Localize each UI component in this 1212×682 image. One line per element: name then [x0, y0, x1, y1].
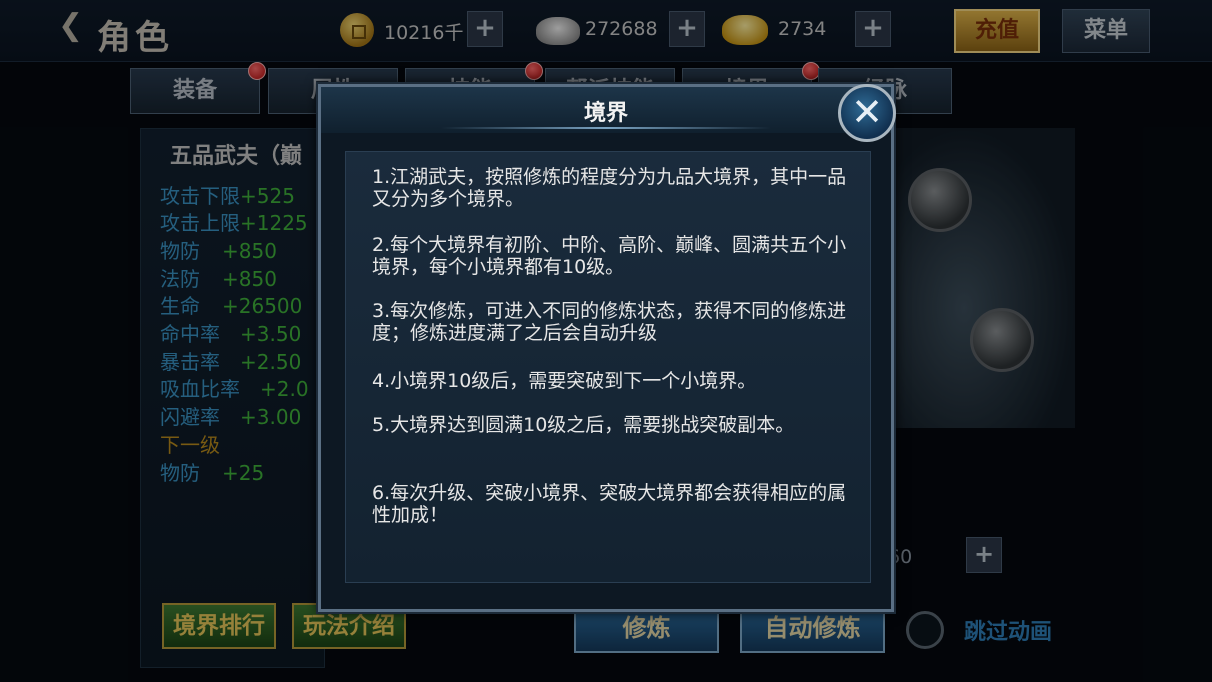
copper-coin-value: 10216千	[384, 22, 464, 44]
stat-row: 生命 +26500	[160, 290, 302, 319]
gold-ingot-icon	[722, 15, 768, 45]
recharge-button[interactable]: 充值	[954, 9, 1040, 53]
stat-row: 攻击上限+1225	[160, 207, 308, 236]
add-cultivation-button[interactable]: +	[966, 537, 1002, 573]
silver-ingot-value: 272688	[585, 18, 658, 40]
menu-button[interactable]: 菜单	[1062, 9, 1150, 53]
stat-label: 生命	[160, 294, 200, 318]
stat-label: 攻击上限	[160, 211, 240, 235]
stat-label: 闪避率	[160, 405, 220, 429]
stat-label: 法防	[160, 267, 200, 291]
tab-equipment-notification-dot	[248, 62, 266, 80]
stat-value: +1225	[240, 211, 308, 235]
stat-label: 物防	[160, 461, 200, 485]
gold-ingot-value: 2734	[778, 18, 827, 40]
stat-label: 命中率	[160, 322, 220, 346]
rule-item: 1.江湖武夫，按照修炼的程度分为九品大境界，其中一品又分为多个境界。	[372, 166, 847, 210]
add-gold-button[interactable]: +	[855, 11, 891, 47]
dialog-header: 境界	[321, 87, 891, 133]
realm-scene-background	[890, 128, 1075, 428]
stat-value: +2.50	[240, 350, 302, 374]
stat-value: +2.0	[260, 377, 309, 401]
close-icon[interactable]: ✕	[838, 84, 896, 142]
stat-label: 吸血比率	[160, 377, 240, 401]
stat-row: 闪避率 +3.00	[160, 401, 301, 430]
stat-row: 法防 +850	[160, 263, 277, 292]
stat-row: 命中率 +3.50	[160, 318, 301, 347]
silver-ingot-icon	[536, 17, 580, 45]
rule-item: 2.每个大境界有初阶、中阶、高阶、巅峰、圆满共五个小境界，每个小境界都有10级。	[372, 234, 847, 278]
rule-item: 6.每次升级、突破小境界、突破大境界都会获得相应的属性加成！	[372, 482, 847, 526]
page-title: 角色	[97, 18, 173, 58]
realm-orb-icon[interactable]	[970, 308, 1034, 372]
stat-label: 物防	[160, 239, 200, 263]
stat-label: 暴击率	[160, 350, 220, 374]
rule-item: 3.每次修炼，可进入不同的修炼状态，获得不同的修炼进度；修炼进度满了之后会自动升…	[372, 300, 847, 344]
back-arrow-icon[interactable]: ❮	[58, 8, 83, 43]
rule-item: 5.大境界达到圆满10级之后，需要挑战突破副本。	[372, 414, 795, 436]
stat-row: 攻击下限+525	[160, 180, 295, 209]
realm-info-dialog: 境界 1.江湖武夫，按照修炼的程度分为九品大境界，其中一品又分为多个境界。 2.…	[318, 84, 894, 612]
stat-row: 暴击率 +2.50	[160, 346, 301, 375]
stat-value: +3.50	[240, 322, 302, 346]
top-bar: ❮ 角色 10216千 + 272688 + 2734 + 充值 菜单	[0, 0, 1212, 62]
dialog-title: 境界	[583, 100, 628, 126]
realm-ranking-button[interactable]: 境界排行	[162, 603, 276, 649]
stat-value: +25	[222, 461, 265, 485]
stat-value: +525	[240, 184, 295, 208]
stat-value: +3.00	[240, 405, 302, 429]
add-silver-button[interactable]: +	[669, 11, 705, 47]
stat-row: 吸血比率 +2.0	[160, 373, 309, 402]
realm-rank-name: 五品武夫（巅	[170, 143, 303, 169]
stat-value: +26500	[222, 294, 303, 318]
skip-animation-radio[interactable]	[906, 611, 944, 649]
stat-value: +850	[222, 239, 277, 263]
next-level-label: 下一级	[160, 433, 220, 457]
next-level-stat: 物防 +25	[160, 457, 264, 486]
skip-animation-label: 跳过动画	[964, 620, 1053, 645]
title-divider	[441, 127, 771, 129]
stat-value: +850	[222, 267, 277, 291]
tab-skills-notification-dot	[525, 62, 543, 80]
tab-equipment[interactable]: 装备	[130, 68, 260, 114]
realm-orb-icon[interactable]	[908, 168, 972, 232]
rule-item: 4.小境界10级后，需要突破到下一个小境界。	[372, 370, 757, 392]
rules-content: 1.江湖武夫，按照修炼的程度分为九品大境界，其中一品又分为多个境界。 2.每个大…	[345, 151, 871, 583]
add-copper-button[interactable]: +	[467, 11, 503, 47]
stat-label: 攻击下限	[160, 184, 240, 208]
stat-row: 物防 +850	[160, 235, 277, 264]
copper-coin-icon	[340, 13, 374, 47]
